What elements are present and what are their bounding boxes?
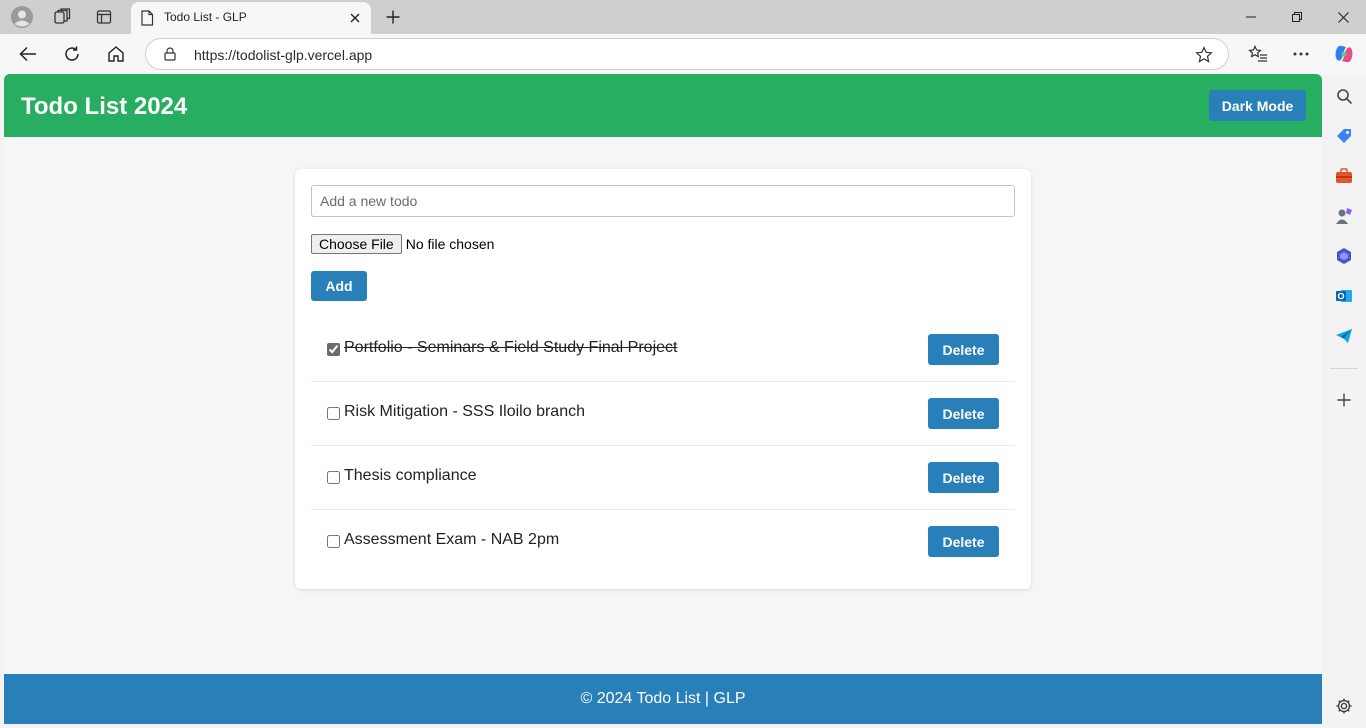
settings-icon[interactable]: [1334, 696, 1354, 716]
file-status: No file chosen: [405, 236, 495, 252]
footer-text: © 2024 Todo List | GLP: [580, 690, 746, 707]
refresh-icon[interactable]: [58, 40, 86, 68]
tab-close-icon[interactable]: [347, 10, 363, 26]
todo-item: Risk Mitigation - SSS Iloilo branch Dele…: [311, 382, 1015, 446]
page-viewport: Todo List 2024 Dark Mode Choose File No …: [4, 74, 1322, 724]
add-icon[interactable]: [1334, 390, 1354, 410]
app-footer: © 2024 Todo List | GLP: [4, 674, 1322, 724]
delete-button[interactable]: Delete: [928, 462, 999, 493]
minimize-icon[interactable]: [1228, 0, 1274, 34]
add-button[interactable]: Add: [311, 271, 367, 301]
copilot-icon[interactable]: [1330, 40, 1358, 68]
delete-button[interactable]: Delete: [928, 398, 999, 429]
microsoft365-icon[interactable]: [1334, 246, 1354, 266]
page-document-icon: [140, 10, 154, 31]
outlook-icon[interactable]: [1334, 286, 1354, 306]
favorite-star-icon[interactable]: [1195, 46, 1213, 64]
delete-button[interactable]: Delete: [928, 526, 999, 557]
todo-checkbox[interactable]: [327, 535, 340, 548]
restore-icon[interactable]: [1274, 0, 1320, 34]
new-tab-icon[interactable]: [381, 5, 405, 29]
more-menu-icon[interactable]: [1287, 40, 1315, 68]
favorites-list-icon[interactable]: [1244, 40, 1272, 68]
address-bar[interactable]: https://todolist-glp.vercel.app: [145, 38, 1229, 70]
workspaces-icon[interactable]: [49, 5, 75, 29]
browser-toolbar: https://todolist-glp.vercel.app: [0, 34, 1366, 74]
todo-text: Thesis compliance: [344, 467, 477, 484]
todo-item: Assessment Exam - NAB 2pm Delete: [311, 510, 1015, 574]
todo-text: Portfolio - Seminars & Field Study Final…: [344, 339, 678, 356]
close-window-icon[interactable]: [1320, 0, 1366, 34]
todo-checkbox[interactable]: [327, 343, 340, 356]
address-url: https://todolist-glp.vercel.app: [194, 47, 373, 63]
todo-checkbox[interactable]: [327, 471, 340, 484]
todo-list: Portfolio - Seminars & Field Study Final…: [311, 318, 1015, 574]
browser-sidebar: [1322, 74, 1366, 728]
todo-item: Thesis compliance Delete: [311, 446, 1015, 510]
shopping-tag-icon[interactable]: [1334, 126, 1354, 146]
delete-button[interactable]: Delete: [928, 334, 999, 365]
telegram-send-icon[interactable]: [1334, 326, 1354, 346]
sidebar-divider: [1330, 368, 1358, 369]
home-icon[interactable]: [102, 40, 130, 68]
tab-title: Todo List - GLP: [164, 10, 247, 24]
tools-icon[interactable]: [1334, 166, 1354, 186]
active-tab[interactable]: Todo List - GLP: [131, 2, 371, 34]
lock-icon[interactable]: [163, 47, 177, 61]
new-todo-input[interactable]: [311, 185, 1015, 217]
dark-mode-button[interactable]: Dark Mode: [1209, 90, 1306, 121]
todo-text: Assessment Exam - NAB 2pm: [344, 531, 560, 548]
games-icon[interactable]: [1334, 206, 1354, 226]
app-title: Todo List 2024: [21, 93, 188, 120]
profile-icon[interactable]: [9, 5, 35, 29]
back-icon[interactable]: [14, 40, 42, 68]
vertical-tabs-icon[interactable]: [91, 5, 117, 29]
search-icon[interactable]: [1334, 86, 1354, 106]
todo-card: Choose File No file chosen Add Portfolio…: [295, 169, 1031, 589]
browser-tab-strip: Todo List - GLP: [0, 0, 1366, 34]
todo-checkbox[interactable]: [327, 407, 340, 420]
todo-item: Portfolio - Seminars & Field Study Final…: [311, 318, 1015, 382]
app-header: Todo List 2024 Dark Mode: [4, 74, 1322, 137]
file-upload: Choose File No file chosen: [311, 234, 494, 254]
todo-text: Risk Mitigation - SSS Iloilo branch: [344, 403, 585, 420]
choose-file-button[interactable]: Choose File: [311, 234, 402, 254]
